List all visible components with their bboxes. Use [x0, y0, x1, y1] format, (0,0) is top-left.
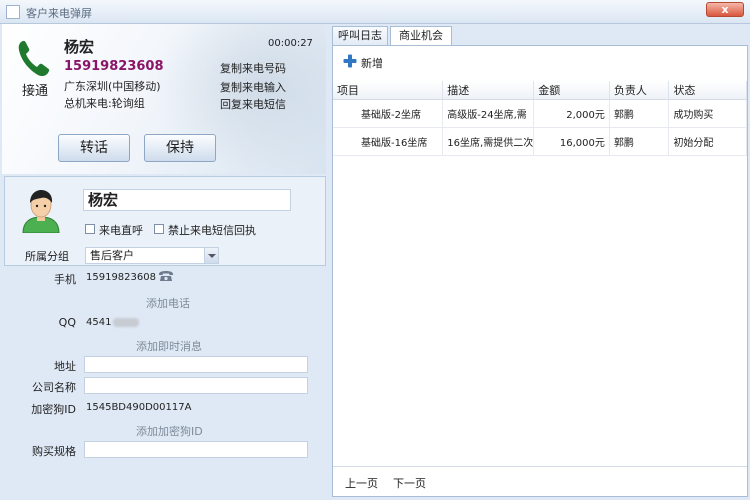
company-label: 公司名称	[32, 381, 76, 394]
qq-label: QQ	[58, 316, 76, 329]
opportunity-table: 项目 描述 金额 负责人 状态 基础版-2坐席 高级版-24坐席,需 2,000…	[333, 81, 747, 156]
cell-owner: 郭鹏	[609, 127, 670, 156]
mobile-label: 手机	[54, 273, 76, 286]
mobile-value: 15919823608	[86, 272, 156, 283]
group-label: 所属分组	[25, 250, 69, 263]
cell-owner: 郭鹏	[609, 99, 670, 128]
plus-icon[interactable]	[343, 54, 357, 68]
address-label: 地址	[54, 360, 76, 373]
close-button[interactable]: x	[706, 2, 744, 17]
add-im-link[interactable]: 添加即时消息	[136, 338, 202, 354]
col-desc[interactable]: 描述	[442, 81, 535, 100]
pager: 上一页 下一页	[333, 466, 747, 496]
dongle-value: 1545BD490D00117A	[86, 402, 192, 413]
dongle-label: 加密狗ID	[31, 403, 76, 416]
table-header: 项目 描述 金额 负责人 状态	[333, 81, 747, 100]
add-dongle-link[interactable]: 添加加密狗ID	[136, 423, 203, 439]
hold-button[interactable]: 保持	[144, 134, 216, 162]
table-row[interactable]: 基础版-16坐席 16坐席,需提供二次 16,000元 郭鹏 初始分配	[333, 127, 747, 156]
company-input[interactable]	[84, 377, 308, 394]
next-page-link[interactable]: 下一页	[393, 475, 426, 491]
business-panel: 新增 项目 描述 金额 负责人 状态 基础版-2坐席 高级版-24坐席,需 2,…	[332, 45, 748, 497]
cell-item: 基础版-2坐席	[333, 99, 444, 128]
cell-amount: 16,000元	[533, 127, 610, 156]
copy-input-link[interactable]: 复制来电输入	[220, 79, 286, 95]
spec-input[interactable]	[84, 441, 308, 458]
call-timer: 00:00:27	[268, 38, 313, 49]
caller-number: 15919823608	[64, 59, 164, 74]
blurred-redaction	[113, 317, 140, 327]
qq-value: 4541	[86, 317, 140, 328]
add-phone-link[interactable]: 添加电话	[146, 295, 190, 311]
spec-label: 购买规格	[32, 445, 76, 458]
tab-call-log[interactable]: 呼叫日志	[332, 26, 388, 45]
transfer-button[interactable]: 转话	[58, 134, 130, 162]
direct-call-checkbox[interactable]	[85, 224, 95, 234]
cell-desc: 16坐席,需提供二次	[442, 127, 535, 156]
col-owner[interactable]: 负责人	[609, 81, 670, 100]
telephone-icon[interactable]	[158, 270, 174, 282]
direct-call-label: 来电直呼	[99, 224, 143, 237]
no-sms-label: 禁止来电短信回执	[168, 224, 256, 237]
cell-desc: 高级版-24坐席,需	[442, 99, 535, 128]
cell-status: 初始分配	[668, 127, 747, 156]
col-amount[interactable]: 金额	[533, 81, 610, 100]
cell-item: 基础版-16坐席	[333, 127, 444, 156]
contact-name-input[interactable]: 杨宏	[83, 189, 291, 211]
caller-location: 广东深圳(中国移动)	[64, 80, 161, 93]
qq-value-text: 4541	[86, 317, 112, 328]
cell-status: 成功购买	[668, 99, 747, 128]
title-bar: 客户来电弹屏 x	[0, 0, 750, 24]
app-icon	[6, 5, 20, 19]
add-button[interactable]: 新增	[361, 55, 383, 71]
prev-page-link[interactable]: 上一页	[345, 475, 378, 491]
caller-group: 总机来电:轮询组	[64, 97, 145, 110]
answer-label: 接通	[22, 84, 49, 99]
caller-name: 杨宏	[64, 38, 95, 56]
col-item[interactable]: 项目	[333, 81, 444, 100]
table-row[interactable]: 基础版-2坐席 高级版-24坐席,需 2,000元 郭鹏 成功购买	[333, 99, 747, 128]
call-panel: 接通 杨宏 15919823608 广东深圳(中国移动) 总机来电:轮询组 00…	[2, 24, 326, 174]
group-select[interactable]: 售后客户	[85, 247, 219, 264]
no-sms-checkbox[interactable]	[154, 224, 164, 234]
group-select-value: 售后客户	[90, 249, 134, 262]
address-input[interactable]	[84, 356, 308, 373]
phone-icon	[18, 40, 50, 77]
col-status[interactable]: 状态	[668, 81, 747, 100]
copy-number-link[interactable]: 复制来电号码	[220, 60, 286, 76]
cell-amount: 2,000元	[533, 99, 610, 128]
chevron-down-icon[interactable]	[204, 248, 218, 263]
right-panel: 呼叫日志 商业机会 新增 项目 描述 金额 负责人 状态 基础版-2坐席 高级版…	[330, 24, 750, 500]
window-title: 客户来电弹屏	[26, 7, 92, 20]
tab-business[interactable]: 商业机会	[390, 26, 452, 46]
avatar-icon	[22, 190, 60, 233]
contact-card: 杨宏 来电直呼 禁止来电短信回执 所属分组 售后客户	[4, 176, 326, 266]
reply-sms-link[interactable]: 回复来电短信	[220, 96, 286, 112]
